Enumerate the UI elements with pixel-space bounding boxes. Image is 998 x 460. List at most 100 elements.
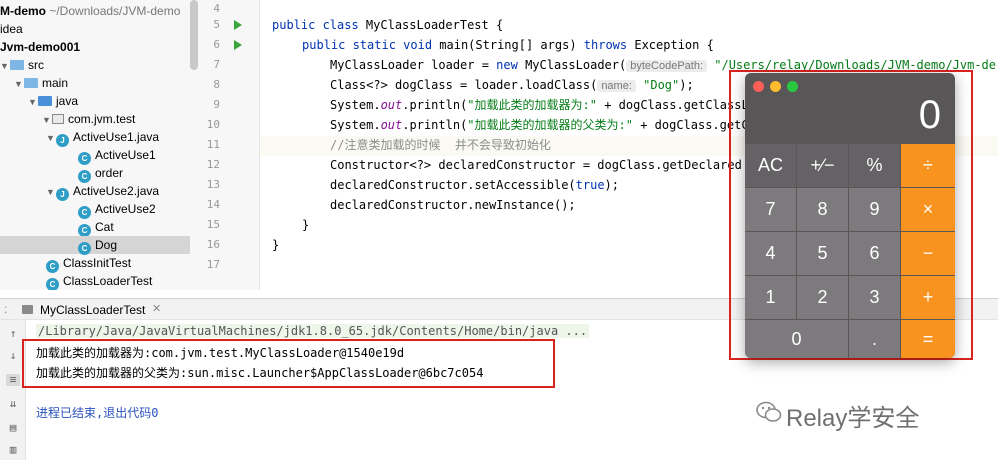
key-multiply[interactable]: × (901, 188, 955, 231)
tree-item-class[interactable]: C ClassLoaderTest (0, 272, 190, 290)
zoom-window-button[interactable] (787, 81, 798, 92)
chevron-down-icon: ▼ (14, 79, 23, 89)
tree-scrollbar[interactable] (190, 0, 198, 70)
trash-icon[interactable]: ▥ (6, 444, 20, 456)
line-number: 14 (206, 198, 220, 211)
tree-root-label: M-demo (0, 4, 46, 18)
print-icon[interactable]: ▤ (6, 422, 20, 434)
chevron-down-icon: ▼ (46, 133, 55, 143)
project-tree: M-demo ~/Downloads/JVM-demo idea Jvm-dem… (0, 0, 198, 290)
tree-item-label: main (42, 76, 69, 90)
code-line-15: } (302, 218, 310, 232)
key-0[interactable]: 0 (745, 320, 848, 358)
tree-item-label: idea (0, 22, 23, 36)
tree-item-class[interactable]: C ActiveUse2 (0, 200, 190, 219)
key-6[interactable]: 6 (849, 232, 900, 275)
tree-item-label: ClassInitTest (63, 256, 132, 270)
line-number: 4 (213, 2, 220, 15)
code-line-10: System.out.println("加载此类的加载器的父类为:" + dog… (330, 118, 756, 132)
run-main-icon[interactable] (234, 40, 242, 50)
tree-item-class[interactable]: C ClassInitTest (0, 254, 190, 273)
line-number: 10 (206, 118, 220, 131)
tree-item-idea[interactable]: idea (0, 20, 190, 38)
code-line-14: declaredConstructor.newInstance(); (330, 198, 576, 212)
tree-item-label: ActiveUse1.java (73, 130, 160, 144)
code-line-11-comment: //注意类加载的时候 并不会导致初始化 (330, 138, 551, 152)
arrow-down-icon[interactable]: ↓ (6, 350, 20, 362)
arrow-up-icon[interactable]: ↑ (6, 328, 20, 340)
tree-item-label: Cat (95, 220, 114, 234)
line-number: 9 (213, 98, 220, 111)
key-7[interactable]: 7 (745, 188, 796, 231)
tree-item-src[interactable]: ▼ src (0, 56, 190, 74)
key-plus[interactable]: + (901, 276, 955, 319)
key-percent[interactable]: % (849, 144, 900, 187)
watermark-text: Relay学安全 (786, 405, 920, 432)
tree-item-java[interactable]: ▼ java (0, 92, 190, 110)
code-line-8: Class<?> dogClass = loader.loadClass(nam… (330, 78, 694, 92)
package-icon (52, 114, 64, 124)
key-9[interactable]: 9 (849, 188, 900, 231)
key-4[interactable]: 4 (745, 232, 796, 275)
tree-item-label: Dog (95, 238, 118, 252)
panel-menu-icon[interactable]: : (4, 302, 7, 316)
class-icon: C (46, 278, 59, 290)
key-equals[interactable]: = (901, 320, 955, 358)
tree-item-class[interactable]: C ActiveUse1 (0, 146, 190, 165)
tree-item-class[interactable]: Corder (0, 164, 190, 183)
code-line-13: declaredConstructor.setAccessible(true); (330, 178, 619, 192)
tree-item-file[interactable]: ▼ J ActiveUse2.java (0, 182, 190, 201)
line-number: 11 (206, 138, 220, 151)
tree-item-class[interactable]: C Cat (0, 218, 190, 237)
tree-item-label: com.jvm.test (68, 112, 136, 126)
editor-gutter: 4 5 6 7 8 9 10 11 12 13 14 15 16 17 (198, 0, 292, 290)
tree-item-label: ClassLoaderTest (63, 274, 153, 288)
console-command: /Library/Java/JavaVirtualMachines/jdk1.8… (36, 324, 590, 338)
line-number: 13 (206, 178, 220, 191)
key-1[interactable]: 1 (745, 276, 796, 319)
run-class-icon[interactable] (234, 20, 242, 30)
tree-item-file[interactable]: ▼ J ActiveUse1.java (0, 128, 190, 147)
tree-root-row[interactable]: M-demo ~/Downloads/JVM-demo (0, 2, 190, 20)
key-2[interactable]: 2 (797, 276, 848, 319)
line-number: 16 (206, 238, 220, 251)
tree-item-module[interactable]: Jvm-demo001 (0, 38, 190, 56)
chevron-down-icon: ▼ (0, 61, 9, 71)
code-line-6: public static void main(String[] args) t… (302, 38, 714, 52)
key-3[interactable]: 3 (849, 276, 900, 319)
tree-item-label: order (95, 166, 124, 180)
key-decimal[interactable]: . (849, 320, 900, 358)
line-number: 12 (206, 158, 220, 171)
folder-icon (24, 78, 38, 88)
run-tab-label[interactable]: MyClassLoaderTest (40, 303, 145, 317)
key-sign[interactable]: +∕− (797, 144, 848, 187)
close-icon[interactable]: ✕ (152, 302, 161, 315)
key-ac[interactable]: AC (745, 144, 796, 187)
key-divide[interactable]: ÷ (901, 144, 955, 187)
param-hint: byteCodePath: (626, 60, 708, 72)
line-number: 7 (213, 58, 220, 71)
code-line-16: } (272, 238, 280, 252)
code-line-12: Constructor<?> declaredConstructor = dog… (330, 158, 742, 172)
key-8[interactable]: 8 (797, 188, 848, 231)
line-number: 15 (206, 218, 220, 231)
minimize-window-button[interactable] (770, 81, 781, 92)
key-minus[interactable]: − (901, 232, 955, 275)
tree-item-label: ActiveUse1 (95, 148, 156, 162)
scroll-to-end-icon[interactable]: ⇊ (6, 398, 20, 410)
key-5[interactable]: 5 (797, 232, 848, 275)
line-number: 17 (206, 258, 220, 271)
wechat-icon (756, 400, 782, 424)
code-line-5: public class MyClassLoaderTest { (272, 18, 504, 32)
tree-item-class-selected[interactable]: C Dog (0, 236, 190, 255)
tree-item-label: ActiveUse2.java (73, 184, 160, 198)
tree-item-label: Jvm-demo001 (0, 40, 81, 54)
chevron-down-icon: ▼ (28, 97, 37, 107)
code-line-9: System.out.println("加载此类的加载器为:" + dogCla… (330, 98, 749, 112)
close-window-button[interactable] (753, 81, 764, 92)
soft-wrap-icon[interactable]: ≡ (6, 374, 20, 386)
tree-item-main[interactable]: ▼ main (0, 74, 190, 92)
console-exit-message: 进程已结束,退出代码0 (36, 406, 159, 420)
tree-item-package[interactable]: ▼ com.jvm.test (0, 110, 190, 128)
line-number: 6 (213, 38, 220, 51)
